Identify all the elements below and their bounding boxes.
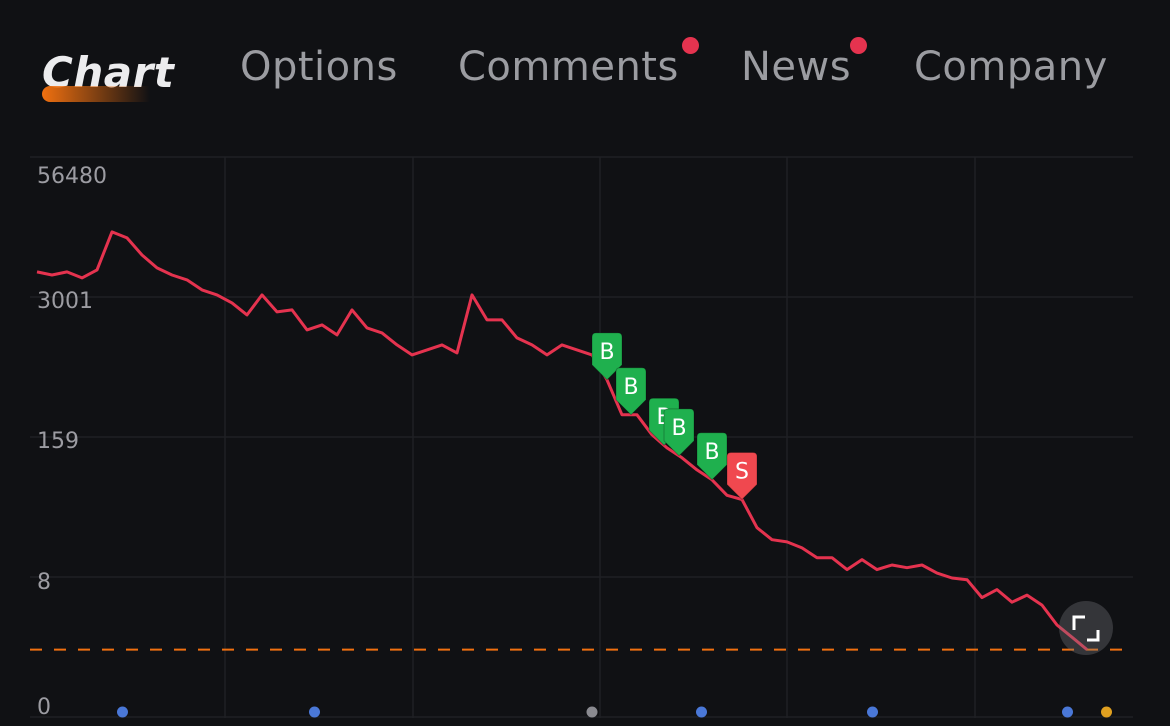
marker-label: B bbox=[704, 440, 719, 465]
event-dot bbox=[696, 706, 707, 718]
event-dot bbox=[309, 706, 320, 718]
chart-grid bbox=[30, 156, 1133, 718]
marker-label: S bbox=[735, 460, 749, 485]
event-dot bbox=[117, 706, 128, 718]
y-tick-label: 3001 bbox=[37, 289, 93, 314]
trade-marker-sell: S bbox=[726, 452, 758, 501]
price-chart[interactable]: 56480 3001 159 8 0 BBBBBS bbox=[0, 0, 1170, 726]
event-dot bbox=[586, 706, 598, 718]
marker-label: B bbox=[623, 375, 638, 400]
y-tick-label: 159 bbox=[37, 429, 79, 454]
trade-markers: BBBBBS bbox=[591, 332, 758, 501]
event-dot bbox=[1062, 706, 1073, 718]
marker-label: B bbox=[671, 416, 686, 441]
fullscreen-button[interactable] bbox=[1059, 601, 1113, 655]
y-tick-label: 8 bbox=[37, 570, 51, 595]
event-dot bbox=[1101, 706, 1112, 718]
price-series-line bbox=[36, 230, 1088, 651]
y-tick-label: 56480 bbox=[37, 164, 107, 189]
marker-label: B bbox=[599, 340, 614, 365]
y-tick-label: 0 bbox=[37, 695, 51, 720]
event-dots bbox=[117, 706, 1112, 718]
event-dot bbox=[867, 706, 878, 718]
